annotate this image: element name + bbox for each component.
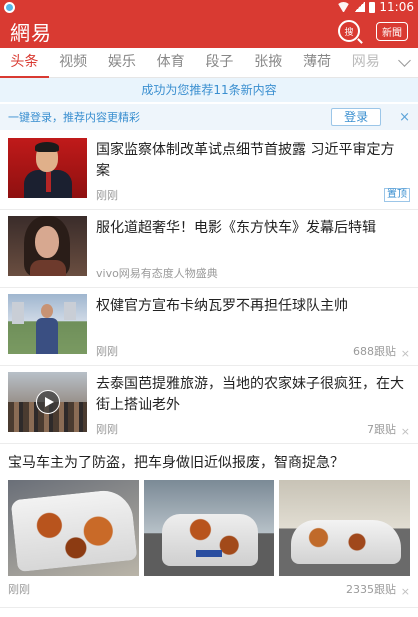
channel-tabs: 头条 视频 娱乐 体育 段子 张掖 薄荷 网易 bbox=[0, 48, 418, 78]
app-notification-icon bbox=[4, 1, 15, 13]
tab-video[interactable]: 视频 bbox=[49, 48, 98, 78]
news-source: vivo网易有态度人物盛典 bbox=[96, 267, 218, 280]
list-item[interactable]: 服化道超奢华！电影《东方快车》发幕后特辑 vivo网易有态度人物盛典 bbox=[0, 210, 418, 288]
reply-count: 688跟贴 bbox=[353, 345, 396, 358]
pinned-badge: 置顶 bbox=[384, 188, 410, 202]
tab-jokes[interactable]: 段子 bbox=[195, 48, 244, 78]
gallery-item[interactable]: 宝马车主为了防盗，把车身做旧近似报废，智商捉急？ 刚刚 2335跟贴 × bbox=[0, 444, 418, 608]
news-thumbnail bbox=[8, 216, 87, 276]
news-thumbnail bbox=[8, 294, 87, 354]
reply-count: 7跟贴 bbox=[367, 423, 396, 436]
list-item[interactable]: 国家监察体制改革试点细节首披露 习近平审定方案 刚刚 置顶 bbox=[0, 132, 418, 210]
search-icon: 搜 bbox=[344, 27, 354, 38]
gallery-title: 宝马车主为了防盗，把车身做旧近似报废，智商捉急？ bbox=[8, 455, 344, 471]
app-logo: 網易 bbox=[10, 20, 52, 45]
dismiss-icon[interactable]: × bbox=[401, 425, 410, 438]
news-button[interactable]: 新聞 bbox=[376, 21, 408, 41]
tab-headline[interactable]: 头条 bbox=[0, 48, 49, 78]
news-title: 国家监察体制改革试点细节首披露 习近平审定方案 bbox=[96, 142, 395, 179]
news-source: 刚刚 bbox=[96, 345, 118, 358]
login-bar: 一键登录，推荐内容更精彩 登录 × bbox=[0, 104, 418, 130]
news-feed: 国家监察体制改革试点细节首披露 习近平审定方案 刚刚 置顶 服化道超奢华！电影《… bbox=[0, 132, 418, 608]
battery-icon bbox=[369, 1, 376, 13]
tab-sports[interactable]: 体育 bbox=[146, 48, 195, 78]
refresh-banner: 成功为您推荐11条新内容 bbox=[0, 78, 418, 102]
news-title: 权健官方宣布卡纳瓦罗不再担任球队主帅 bbox=[96, 298, 348, 314]
wifi-icon bbox=[337, 2, 351, 12]
news-source: 刚刚 bbox=[96, 423, 118, 436]
status-time: 11:06 bbox=[379, 0, 414, 14]
more-tabs-button[interactable] bbox=[390, 48, 418, 78]
list-item[interactable]: 权健官方宣布卡纳瓦罗不再担任球队主帅 刚刚 688跟贴 × bbox=[0, 288, 418, 366]
gallery-image bbox=[8, 480, 139, 576]
login-tip: 一键登录，推荐内容更精彩 bbox=[8, 111, 140, 124]
play-icon[interactable] bbox=[36, 390, 60, 414]
reply-count: 2335跟贴 bbox=[346, 583, 396, 596]
news-source: 刚刚 bbox=[96, 189, 118, 202]
signal-icon bbox=[354, 2, 366, 12]
gallery-image bbox=[279, 480, 411, 576]
chevron-down-icon bbox=[397, 54, 411, 67]
gallery-image bbox=[143, 480, 275, 576]
news-source: 刚刚 bbox=[8, 583, 30, 596]
news-title: 去泰国芭提雅旅游，当地的农家妹子很疯狂，在大街上搭讪老外 bbox=[96, 376, 404, 413]
app-header: 網易 搜 新聞 bbox=[0, 14, 418, 48]
tab-mint[interactable]: 薄荷 bbox=[293, 48, 342, 78]
login-button[interactable]: 登录 bbox=[331, 108, 382, 126]
tab-netease[interactable]: 网易 bbox=[341, 48, 390, 78]
tab-zhangye[interactable]: 张掖 bbox=[244, 48, 293, 78]
dismiss-icon[interactable]: × bbox=[401, 585, 410, 598]
dismiss-icon[interactable]: × bbox=[401, 347, 410, 360]
close-icon[interactable]: × bbox=[399, 110, 410, 125]
news-title: 服化道超奢华！电影《东方快车》发幕后特辑 bbox=[96, 220, 376, 236]
tab-entertainment[interactable]: 娱乐 bbox=[98, 48, 147, 78]
list-item[interactable]: 去泰国芭提雅旅游，当地的农家妹子很疯狂，在大街上搭讪老外 刚刚 7跟贴 × bbox=[0, 366, 418, 444]
video-thumbnail bbox=[8, 372, 87, 432]
status-bar: 11:06 bbox=[0, 0, 418, 14]
search-button[interactable]: 搜 bbox=[338, 20, 360, 42]
news-thumbnail bbox=[8, 138, 87, 198]
